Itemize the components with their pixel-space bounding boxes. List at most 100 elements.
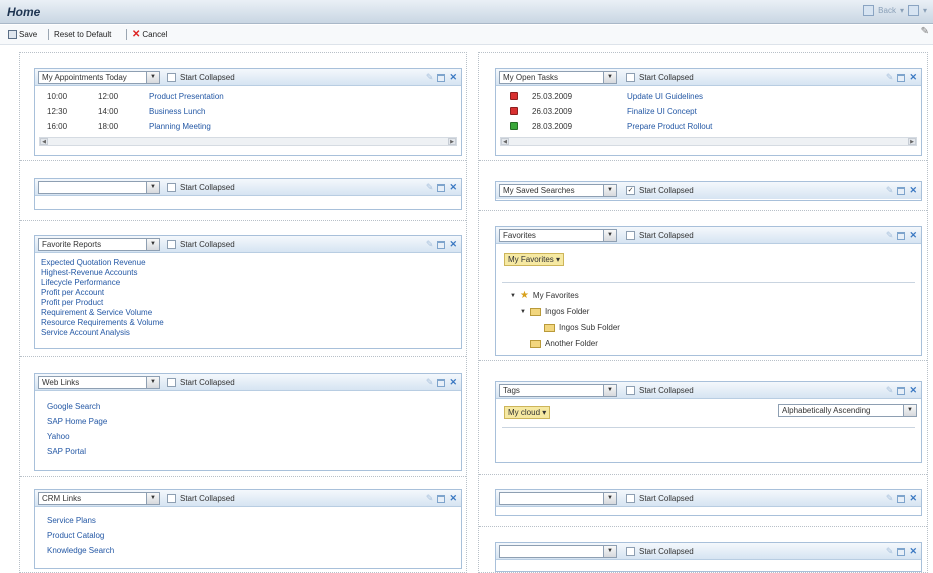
close-icon[interactable]: ✕ xyxy=(909,185,917,196)
horizontal-scrollbar[interactable]: ◀ ▶ xyxy=(500,137,917,146)
my-cloud-button[interactable]: My cloud ▾ xyxy=(504,406,551,419)
scroll-right-icon[interactable]: ▶ xyxy=(908,138,916,145)
scroll-left-icon[interactable]: ◀ xyxy=(501,138,509,145)
tree-folder[interactable]: ▼ Ingos Folder xyxy=(520,307,589,316)
close-icon[interactable]: ✕ xyxy=(909,493,917,504)
crm-link[interactable]: Service Plans xyxy=(47,516,96,525)
edit-icon[interactable]: ✎ xyxy=(886,493,894,504)
edit-icon[interactable]: ✎ xyxy=(886,185,894,196)
chevron-down-icon[interactable]: ▼ xyxy=(603,546,616,557)
my-favorites-button[interactable]: My Favorites ▾ xyxy=(504,253,565,266)
edit-icon[interactable]: ✎ xyxy=(886,72,894,83)
start-collapsed-checkbox[interactable] xyxy=(167,73,176,82)
crm-link[interactable]: Knowledge Search xyxy=(47,546,114,555)
close-icon[interactable]: ✕ xyxy=(449,493,457,504)
report-link[interactable]: Profit per Product xyxy=(41,298,103,307)
close-icon[interactable]: ✕ xyxy=(449,72,457,83)
close-icon[interactable]: ✕ xyxy=(909,72,917,83)
maximize-icon[interactable] xyxy=(897,547,906,556)
maximize-icon[interactable] xyxy=(437,183,446,192)
web-link[interactable]: SAP Portal xyxy=(47,447,86,456)
report-link[interactable]: Expected Quotation Revenue xyxy=(41,258,146,267)
maximize-icon[interactable] xyxy=(897,386,906,395)
close-icon[interactable]: ✕ xyxy=(909,546,917,557)
chevron-down-icon[interactable]: ▼ xyxy=(903,405,916,416)
chevron-down-icon[interactable]: ▾ xyxy=(923,6,927,15)
sort-select[interactable]: Alphabetically Ascending ▼ xyxy=(778,404,917,417)
maximize-icon[interactable] xyxy=(437,378,446,387)
task-link[interactable]: Prepare Product Rollout xyxy=(627,122,712,131)
start-collapsed-checkbox[interactable] xyxy=(626,494,635,503)
chevron-down-icon[interactable]: ▼ xyxy=(603,230,616,241)
panel-type-select[interactable]: ▼ xyxy=(499,545,617,558)
scroll-right-icon[interactable]: ▶ xyxy=(448,138,456,145)
maximize-icon[interactable] xyxy=(437,494,446,503)
close-icon[interactable]: ✕ xyxy=(449,239,457,250)
chevron-down-icon[interactable]: ▾ xyxy=(900,6,904,15)
crm-link[interactable]: Product Catalog xyxy=(47,531,104,540)
expand-icon[interactable]: ▼ xyxy=(510,293,516,299)
panel-type-select[interactable]: ▼ xyxy=(38,181,160,194)
panel-type-select[interactable]: ▼ xyxy=(499,492,617,505)
appointment-link[interactable]: Product Presentation xyxy=(149,92,224,101)
chevron-down-icon[interactable]: ▼ xyxy=(146,493,159,504)
tree-subfolder[interactable]: Ingos Sub Folder xyxy=(544,323,620,332)
start-collapsed-checkbox[interactable]: ✓ xyxy=(626,186,635,195)
panel-type-select[interactable]: Favorite Reports ▼ xyxy=(38,238,160,251)
chevron-down-icon[interactable]: ▼ xyxy=(146,72,159,83)
close-icon[interactable]: ✕ xyxy=(909,385,917,396)
start-collapsed-checkbox[interactable] xyxy=(626,231,635,240)
appointment-link[interactable]: Business Lunch xyxy=(149,107,205,116)
edit-icon[interactable]: ✎ xyxy=(426,72,434,83)
edit-icon[interactable]: ✎ xyxy=(886,385,894,396)
report-link[interactable]: Service Account Analysis xyxy=(41,328,130,337)
report-link[interactable]: Profit per Account xyxy=(41,288,104,297)
edit-icon[interactable]: ✎ xyxy=(886,230,894,241)
start-collapsed-checkbox[interactable] xyxy=(626,386,635,395)
maximize-icon[interactable] xyxy=(897,231,906,240)
start-collapsed-checkbox[interactable] xyxy=(167,378,176,387)
chevron-down-icon[interactable]: ▼ xyxy=(146,377,159,388)
panel-type-select[interactable]: Favorites ▼ xyxy=(499,229,617,242)
maximize-icon[interactable] xyxy=(897,494,906,503)
personalize-icon[interactable]: ✎ xyxy=(921,26,929,37)
panel-type-select[interactable]: My Open Tasks ▼ xyxy=(499,71,617,84)
window-menu-icon[interactable] xyxy=(907,5,919,16)
edit-icon[interactable]: ✎ xyxy=(426,239,434,250)
tree-folder[interactable]: Another Folder xyxy=(530,339,598,348)
tree-root[interactable]: ▼ ★ My Favorites xyxy=(510,290,579,300)
chevron-down-icon[interactable]: ▼ xyxy=(146,239,159,250)
task-link[interactable]: Update UI Guidelines xyxy=(627,92,703,101)
expand-icon[interactable]: ▼ xyxy=(520,309,526,315)
maximize-icon[interactable] xyxy=(437,240,446,249)
report-link[interactable]: Resource Requirements & Volume xyxy=(41,318,164,327)
report-link[interactable]: Lifecycle Performance xyxy=(41,278,120,287)
back-icon[interactable] xyxy=(863,5,875,16)
close-icon[interactable]: ✕ xyxy=(449,377,457,388)
edit-icon[interactable]: ✎ xyxy=(886,546,894,557)
chevron-down-icon[interactable]: ▼ xyxy=(603,493,616,504)
start-collapsed-checkbox[interactable] xyxy=(167,494,176,503)
edit-icon[interactable]: ✎ xyxy=(426,182,434,193)
panel-type-select[interactable]: CRM Links ▼ xyxy=(38,492,160,505)
close-icon[interactable]: ✕ xyxy=(909,230,917,241)
start-collapsed-checkbox[interactable] xyxy=(626,547,635,556)
maximize-icon[interactable] xyxy=(897,73,906,82)
edit-icon[interactable]: ✎ xyxy=(426,493,434,504)
panel-type-select[interactable]: Tags ▼ xyxy=(499,384,617,397)
report-link[interactable]: Requirement & Service Volume xyxy=(41,308,152,317)
scroll-left-icon[interactable]: ◀ xyxy=(40,138,48,145)
panel-type-select[interactable]: Web Links ▼ xyxy=(38,376,160,389)
close-icon[interactable]: ✕ xyxy=(449,182,457,193)
chevron-down-icon[interactable]: ▼ xyxy=(603,72,616,83)
panel-type-select[interactable]: My Appointments Today ▼ xyxy=(38,71,160,84)
maximize-icon[interactable] xyxy=(897,186,906,195)
panel-type-select[interactable]: My Saved Searches ▼ xyxy=(499,184,617,197)
report-link[interactable]: Highest-Revenue Accounts xyxy=(41,268,138,277)
cancel-button[interactable]: ✕ Cancel xyxy=(132,29,167,39)
start-collapsed-checkbox[interactable] xyxy=(626,73,635,82)
save-button[interactable]: Save xyxy=(8,30,37,39)
appointment-link[interactable]: Planning Meeting xyxy=(149,122,211,131)
chevron-down-icon[interactable]: ▼ xyxy=(146,182,159,193)
horizontal-scrollbar[interactable]: ◀ ▶ xyxy=(39,137,457,146)
